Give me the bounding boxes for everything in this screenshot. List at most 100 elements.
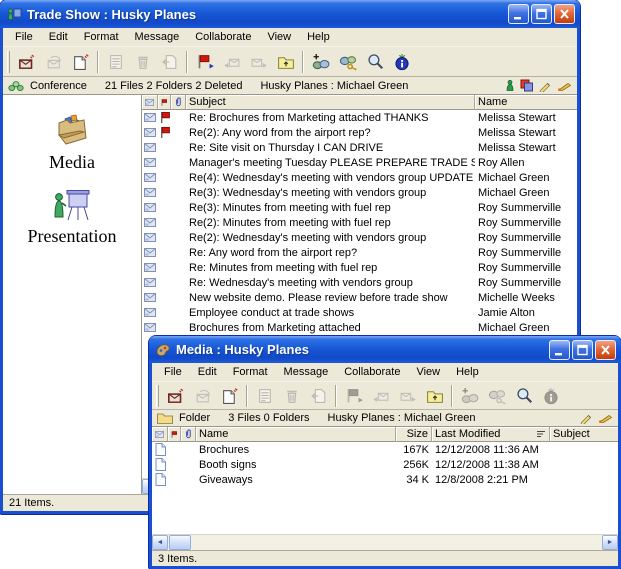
- column-header-subject[interactable]: Subject: [550, 427, 618, 442]
- menu-help[interactable]: Help: [299, 29, 338, 45]
- menu-file[interactable]: File: [156, 364, 190, 380]
- delete-button[interactable]: [129, 49, 156, 74]
- column-header-message-icon[interactable]: [142, 95, 158, 110]
- message-row[interactable]: Re(3): Wednesday's meeting with vendors …: [142, 185, 577, 200]
- layers-icon[interactable]: [520, 79, 533, 92]
- permissions-icon: [339, 53, 357, 71]
- pencil-icon[interactable]: [580, 412, 592, 424]
- file-row[interactable]: Brochures167K12/12/2008 11:36 AM: [152, 442, 618, 457]
- column-header-size[interactable]: Size: [396, 427, 432, 442]
- title-bar[interactable]: Trade Show : Husky Planes: [0, 0, 580, 28]
- search-button[interactable]: [510, 383, 537, 408]
- permissions-button[interactable]: [483, 383, 510, 408]
- column-header-flag[interactable]: [158, 95, 171, 110]
- reply-button[interactable]: [40, 49, 67, 74]
- parent-folder-button[interactable]: [272, 49, 299, 74]
- column-header-name[interactable]: Name: [196, 427, 396, 442]
- toolbar-handle[interactable]: [156, 385, 159, 407]
- message-row[interactable]: Re: Site visit on Thursday I CAN DRIVEMe…: [142, 140, 577, 155]
- pen-icon[interactable]: [598, 413, 612, 423]
- next-unread-button[interactable]: [245, 49, 272, 74]
- menu-collaborate[interactable]: Collaborate: [336, 364, 408, 380]
- sidebar-item-presentation[interactable]: Presentation: [28, 189, 117, 247]
- menu-file[interactable]: File: [7, 29, 41, 45]
- toolbar-handle[interactable]: [7, 51, 10, 73]
- minimize-button[interactable]: [508, 4, 529, 24]
- close-button[interactable]: [554, 4, 575, 24]
- pencil-icon[interactable]: [539, 80, 551, 92]
- unsubscribe-button[interactable]: [156, 49, 183, 74]
- scrollbar-track[interactable]: [192, 535, 602, 550]
- message-row[interactable]: Re(2): Wednesday's meeting with vendors …: [142, 230, 577, 245]
- parent-folder-icon: [277, 53, 295, 71]
- menu-view[interactable]: View: [408, 364, 448, 380]
- new-document-button[interactable]: [67, 49, 94, 74]
- new-message-button[interactable]: [13, 49, 40, 74]
- flag-button[interactable]: [340, 383, 367, 408]
- message-row[interactable]: Re: Minutes from meeting with fuel repRo…: [142, 260, 577, 275]
- column-header-name[interactable]: Name: [475, 95, 577, 110]
- unsubscribe-button[interactable]: [305, 383, 332, 408]
- message-row[interactable]: Re(2): Any word from the airport rep?Mel…: [142, 125, 577, 140]
- scrollbar-thumb[interactable]: [169, 535, 191, 550]
- new-message-button[interactable]: [162, 383, 189, 408]
- close-button[interactable]: [595, 340, 616, 360]
- message-row[interactable]: Re(4): Wednesday's meeting with vendors …: [142, 170, 577, 185]
- file-row[interactable]: Giveaways34 K12/8/2008 2:21 PM: [152, 472, 618, 487]
- summarize-button[interactable]: [102, 49, 129, 74]
- file-rows: Brochures167K12/12/2008 11:36 AM Booth s…: [152, 442, 618, 534]
- maximize-button[interactable]: [531, 4, 552, 24]
- message-row[interactable]: Re: Any word from the airport rep?Roy Su…: [142, 245, 577, 260]
- column-header-subject[interactable]: Subject: [186, 95, 475, 110]
- message-row[interactable]: New website demo. Please review before t…: [142, 290, 577, 305]
- summarize-button[interactable]: [251, 383, 278, 408]
- message-row[interactable]: Employee conduct at trade showsJamie Alt…: [142, 305, 577, 320]
- title-bar[interactable]: Media : Husky Planes: [149, 336, 621, 363]
- menu-message[interactable]: Message: [127, 29, 188, 45]
- info-button[interactable]: [537, 383, 564, 408]
- previous-unread-button[interactable]: [367, 383, 394, 408]
- column-header-flag[interactable]: [168, 427, 181, 442]
- message-row[interactable]: Re: Wednesday's meeting with vendors gro…: [142, 275, 577, 290]
- column-header-attachment[interactable]: [181, 427, 196, 442]
- menu-collaborate[interactable]: Collaborate: [187, 29, 259, 45]
- scroll-right-icon[interactable]: ►: [602, 535, 618, 550]
- search-button[interactable]: [361, 49, 388, 74]
- maximize-button[interactable]: [572, 340, 593, 360]
- parent-folder-button[interactable]: [421, 383, 448, 408]
- message-icon: [144, 323, 156, 332]
- column-header-message-icon[interactable]: [152, 427, 168, 442]
- previous-unread-button[interactable]: [218, 49, 245, 74]
- flag-button[interactable]: [191, 49, 218, 74]
- menu-format[interactable]: Format: [225, 364, 276, 380]
- menu-format[interactable]: Format: [76, 29, 127, 45]
- message-row[interactable]: Manager's meeting Tuesday PLEASE PREPARE…: [142, 155, 577, 170]
- menu-edit[interactable]: Edit: [41, 29, 76, 45]
- message-row[interactable]: Brochures from Marketing attachedMichael…: [142, 320, 577, 335]
- menu-edit[interactable]: Edit: [190, 364, 225, 380]
- info-button[interactable]: [388, 49, 415, 74]
- next-unread-button[interactable]: [394, 383, 421, 408]
- scroll-left-icon[interactable]: ◄: [152, 535, 168, 550]
- menu-help[interactable]: Help: [448, 364, 487, 380]
- permissions-button[interactable]: [334, 49, 361, 74]
- pen-icon[interactable]: [557, 81, 571, 91]
- menu-view[interactable]: View: [259, 29, 299, 45]
- conference-icon: [8, 80, 24, 92]
- add-member-button[interactable]: [456, 383, 483, 408]
- next-unread-icon: [250, 53, 268, 71]
- sidebar-item-media[interactable]: Media: [49, 111, 95, 173]
- unsubscribe-icon: [161, 53, 179, 71]
- menu-message[interactable]: Message: [276, 364, 337, 380]
- message-row[interactable]: Re(2): Minutes from meeting with fuel re…: [142, 215, 577, 230]
- reply-button[interactable]: [189, 383, 216, 408]
- delete-button[interactable]: [278, 383, 305, 408]
- message-row[interactable]: Re: Brochures from Marketing attached TH…: [142, 110, 577, 125]
- column-header-attachment[interactable]: [171, 95, 186, 110]
- message-row[interactable]: Re(3): Minutes from meeting with fuel re…: [142, 200, 577, 215]
- minimize-button[interactable]: [549, 340, 570, 360]
- column-header-last-modified[interactable]: Last Modified: [432, 427, 550, 442]
- add-member-button[interactable]: [307, 49, 334, 74]
- new-document-button[interactable]: [216, 383, 243, 408]
- file-row[interactable]: Booth signs256K12/12/2008 11:38 AM: [152, 457, 618, 472]
